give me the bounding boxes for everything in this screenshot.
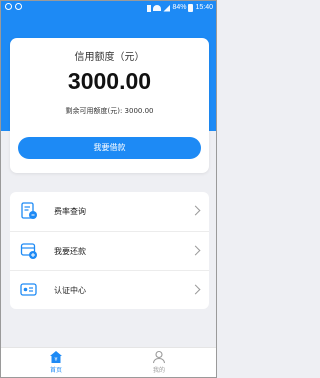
menu-item-repay[interactable]: 我要还款 <box>10 231 209 270</box>
menu-item-rate-query[interactable]: 费率查询 <box>10 192 209 231</box>
menu-item-label: 认证中心 <box>54 286 86 295</box>
notification-icon <box>15 3 22 10</box>
certification-icon <box>20 283 37 296</box>
repay-icon <box>20 243 37 259</box>
borrow-button[interactable]: 我要借款 <box>18 137 201 159</box>
app-screen: 84% 15:40 信用额度（元） 3000.00 剩余可用额度(元): 300… <box>0 0 217 378</box>
svg-text:¥: ¥ <box>54 357 57 363</box>
notification-icons <box>5 3 22 10</box>
clock: 15:40 <box>195 4 213 11</box>
status-bar: 84% 15:40 <box>1 1 216 15</box>
menu-item-label: 费率查询 <box>54 207 86 216</box>
wifi-icon <box>153 5 162 11</box>
home-icon: ¥ <box>50 351 62 363</box>
credit-card: 信用额度（元） 3000.00 剩余可用额度(元): 3000.00 我要借款 <box>10 38 209 173</box>
battery-text: 84% <box>172 4 187 11</box>
notification-icon <box>5 3 12 10</box>
battery-icon <box>188 4 194 12</box>
chevron-right-icon <box>190 205 201 216</box>
menu-list: 费率查询 我要还款 认证中心 <box>10 192 209 309</box>
profile-icon <box>152 350 166 364</box>
system-status: 84% 15:40 <box>147 2 213 14</box>
credit-title: 信用额度（元） <box>74 52 145 63</box>
vibrate-icon <box>147 4 152 12</box>
signal-icon <box>163 4 171 12</box>
rate-query-icon <box>21 202 37 219</box>
tab-label: 我的 <box>152 367 165 374</box>
tab-label: 首页 <box>49 367 62 374</box>
tab-home[interactable]: ¥ 首页 <box>26 350 86 374</box>
chevron-right-icon <box>190 284 201 295</box>
bottom-tab-bar: ¥ 首页 我的 <box>1 347 216 377</box>
credit-amount: 3000.00 <box>67 68 152 94</box>
tab-profile[interactable]: 我的 <box>129 350 189 374</box>
menu-item-certification[interactable]: 认证中心 <box>10 270 209 309</box>
remaining-credit: 剩余可用额度(元): 3000.00 <box>65 107 154 115</box>
menu-item-label: 我要还款 <box>54 247 86 256</box>
chevron-right-icon <box>190 245 201 256</box>
